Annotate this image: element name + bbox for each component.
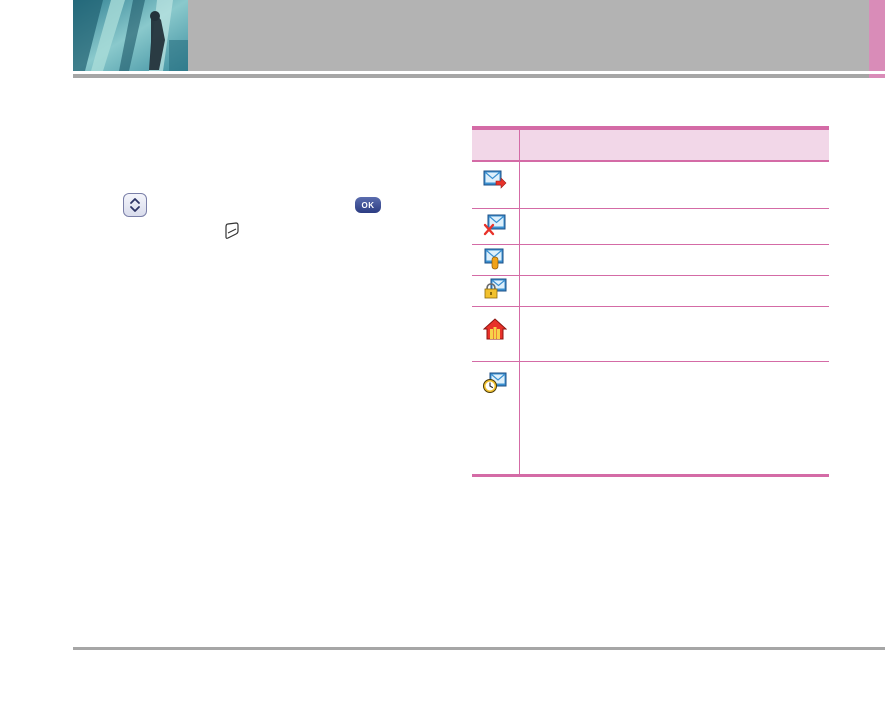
header-bar [73,0,869,71]
message-sent-icon [483,168,507,190]
table-header-rule [472,160,829,162]
table-row-rule [472,306,829,307]
table-header-description [528,130,818,160]
header-divider [73,74,869,78]
ok-key-label: OK [361,200,375,210]
table-row-rule [472,244,829,245]
message-priority-icon [482,318,508,340]
message-locked-icon [483,278,507,300]
table-bottom-rule [472,474,829,477]
nav-up-down-key-icon [123,193,147,217]
message-failed-icon [483,214,507,236]
table-row-rule [472,208,829,209]
table-row-rule [472,361,829,362]
header-divider-accent [869,74,885,78]
footer-divider [73,647,885,650]
message-read-icon [483,248,507,270]
table-header-icon [478,130,514,160]
table-row-rule [472,275,829,276]
table-column-divider [519,130,520,475]
soft-key-icon [225,222,239,240]
message-scheduled-icon [483,372,507,394]
header-accent-tab [869,0,885,71]
header-photo-icon [73,0,188,71]
icon-legend-table [472,126,829,479]
ok-key-icon: OK [355,197,381,213]
